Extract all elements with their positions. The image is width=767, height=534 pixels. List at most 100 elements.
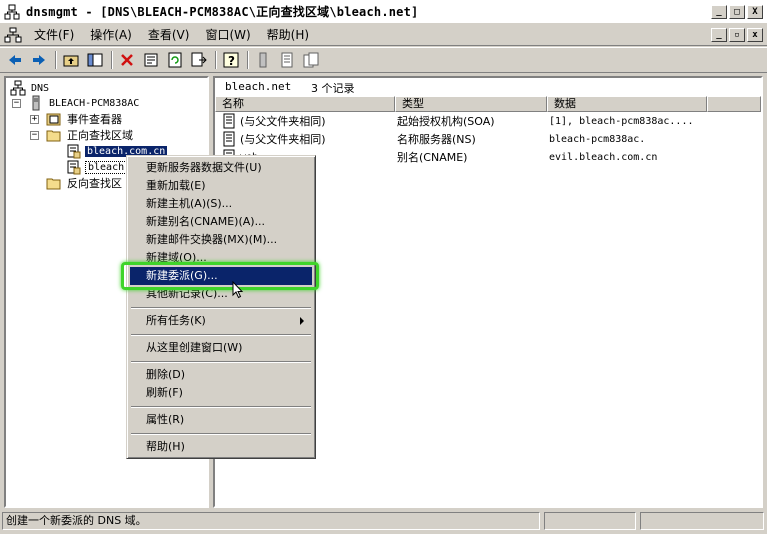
record-data: evil.bleach.com.cn — [549, 151, 658, 163]
menu-item-new-window-from-here[interactable]: 从这里创建窗口(W) — [130, 339, 312, 357]
status-panel — [544, 512, 636, 530]
menu-item-other-new-records[interactable]: 其他新记录(C)... — [130, 285, 312, 303]
delete-icon — [121, 54, 133, 66]
tree-node-dns[interactable]: DNS — [10, 80, 51, 96]
zone-name-header: bleach.net — [225, 80, 292, 93]
server-button[interactable] — [252, 49, 274, 71]
menu-view[interactable]: 查看(V) — [142, 24, 196, 45]
column-header-type[interactable]: 类型 — [395, 96, 547, 112]
tree-label: 事件查看器 — [67, 113, 122, 126]
menu-item-new-alias[interactable]: 新建别名(CNAME)(A)... — [130, 213, 312, 231]
help-button[interactable]: ? — [220, 49, 242, 71]
record-type: 起始授权机构(SOA) — [397, 115, 495, 128]
export-icon — [191, 52, 207, 67]
menu-separator — [131, 361, 311, 363]
zone-icon — [67, 160, 81, 175]
menu-file[interactable]: 文件(F) — [28, 24, 80, 45]
menu-item-help[interactable]: 帮助(H) — [130, 438, 312, 456]
menu-separator — [131, 406, 311, 408]
menu-item-new-domain[interactable]: 新建域(O)... — [130, 249, 312, 267]
folder-open-icon — [46, 130, 61, 142]
folder-icon — [46, 178, 61, 190]
refresh-button[interactable] — [164, 49, 186, 71]
window-title: dnsmgmt - [DNS\BLEACH-PCM838AC\正向查找区域\bl… — [26, 5, 419, 19]
menu-action[interactable]: 操作(A) — [84, 24, 138, 45]
menu-item-all-tasks[interactable]: 所有任务(K) — [130, 312, 312, 330]
record-count: 3 个记录 — [311, 82, 355, 95]
export-list-button[interactable] — [188, 49, 210, 71]
properties-button[interactable] — [140, 49, 162, 71]
menu-item-new-delegation[interactable]: 新建委派(G)... — [130, 267, 312, 285]
document-button[interactable] — [276, 49, 298, 71]
maximize-button[interactable]: □ — [729, 5, 745, 19]
child-close-button[interactable]: x — [747, 28, 763, 42]
mouse-cursor-icon — [232, 281, 244, 299]
documents-button[interactable] — [300, 49, 322, 71]
close-button[interactable]: X — [747, 5, 763, 19]
table-row[interactable]: (与父文件夹相同) 起始授权机构(SOA) [1], bleach-pcm838… — [215, 112, 761, 130]
column-header-name[interactable]: 名称 — [215, 96, 395, 112]
tree-label: DNS — [31, 82, 50, 94]
delete-button[interactable] — [116, 49, 138, 71]
tree-label: 反向查找区 — [67, 177, 122, 190]
record-name: (与父文件夹相同) — [240, 133, 326, 146]
record-data: [1], bleach-pcm838ac.... — [549, 115, 694, 127]
forward-button[interactable] — [28, 49, 50, 71]
documents-icon — [303, 52, 319, 68]
menu-item-new-mail-exchanger[interactable]: 新建邮件交换器(MX)(M)... — [130, 231, 312, 249]
tree-node-reverse-zones[interactable]: 反向查找区 — [46, 175, 124, 191]
minimize-button[interactable]: _ — [711, 5, 727, 19]
submenu-arrow-icon — [300, 317, 304, 325]
menu-item-label: 所有任务(K) — [146, 314, 206, 327]
expand-event-viewer-toggle[interactable]: + — [30, 115, 39, 124]
svg-text:?: ? — [228, 54, 235, 68]
title-bar: dnsmgmt - [DNS\BLEACH-PCM838AC\正向查找区域\bl… — [0, 0, 767, 24]
help-icon: ? — [223, 52, 239, 68]
status-panel — [640, 512, 764, 530]
document-icon — [281, 52, 293, 68]
tree-label: BLEACH-PCM838AC — [49, 97, 140, 109]
properties-icon — [144, 53, 158, 67]
record-name: (与父文件夹相同) — [240, 115, 326, 128]
dns-root-icon — [10, 80, 26, 96]
show-tree-icon — [87, 53, 103, 67]
toolbar-separator — [247, 51, 249, 69]
menu-separator — [131, 334, 311, 336]
dns-app-icon — [4, 4, 20, 19]
show-hide-tree-button[interactable] — [84, 49, 106, 71]
menu-item-new-host[interactable]: 新建主机(A)(S)... — [130, 195, 312, 213]
menu-item-refresh[interactable]: 刷新(F) — [130, 384, 312, 402]
table-row[interactable]: (与父文件夹相同) 名称服务器(NS) bleach-pcm838ac. — [215, 130, 761, 148]
up-folder-icon — [63, 55, 79, 67]
menu-item-reload[interactable]: 重新加载(E) — [130, 177, 312, 195]
record-data: bleach-pcm838ac. — [549, 133, 646, 145]
status-bar: 创建一个新委派的 DNS 域。 — [2, 512, 765, 532]
menu-separator — [131, 307, 311, 309]
menu-item-delete[interactable]: 删除(D) — [130, 366, 312, 384]
toolbar-separator — [55, 51, 57, 69]
record-type: 名称服务器(NS) — [397, 133, 476, 146]
collapse-forward-zones-toggle[interactable]: − — [30, 131, 39, 140]
collapse-server-toggle[interactable]: − — [12, 99, 21, 108]
record-icon — [223, 113, 235, 129]
menu-item-update-server-data-file[interactable]: 更新服务器数据文件(U) — [130, 159, 312, 177]
context-menu: 更新服务器数据文件(U) 重新加载(E) 新建主机(A)(S)... 新建别名(… — [126, 155, 316, 459]
menu-item-properties[interactable]: 属性(R) — [130, 411, 312, 429]
tree-node-zone-bleach-net[interactable]: bleach. — [66, 159, 134, 175]
up-one-level-button[interactable] — [60, 49, 82, 71]
tree-node-forward-zones[interactable]: 正向查找区域 — [46, 127, 135, 143]
toolbar-separator — [111, 51, 113, 69]
child-minimize-button[interactable]: _ — [711, 28, 727, 42]
back-button[interactable] — [4, 49, 26, 71]
record-type: 别名(CNAME) — [397, 151, 468, 164]
menu-help[interactable]: 帮助(H) — [261, 24, 315, 45]
tree-node-server[interactable]: BLEACH-PCM838AC — [28, 95, 141, 111]
back-icon — [9, 55, 21, 65]
menu-window[interactable]: 窗口(W) — [199, 24, 256, 45]
column-headers: 名称 类型 数据 — [215, 96, 761, 112]
tree-node-event-viewer[interactable]: 事件查看器 — [46, 111, 124, 127]
toolbar: ? — [0, 47, 767, 73]
child-restore-button[interactable]: ▫ — [729, 28, 745, 42]
column-header-data[interactable]: 数据 — [547, 96, 707, 112]
refresh-icon — [168, 52, 182, 68]
